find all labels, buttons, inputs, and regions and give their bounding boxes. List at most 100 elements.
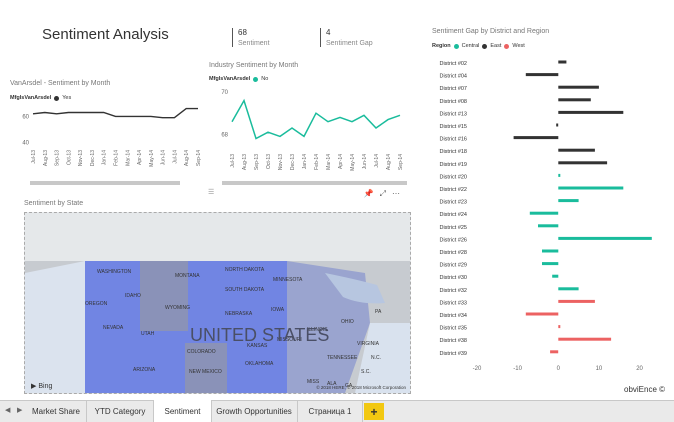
- x-tick-label: Nov-13: [78, 150, 84, 166]
- district-label: District #08: [439, 99, 467, 105]
- x-tick-label: Feb-14: [114, 150, 120, 166]
- industry-line-chart[interactable]: 70 68 Jul-13 Aug-13 Sep-13 Oct-13 Nov-13 Dec-13…: [205, 85, 411, 185]
- report-canvas: Sentiment Analysis 68 Sentiment 4 Sentim…: [0, 0, 674, 400]
- district-label: District #28: [439, 250, 467, 256]
- vanarsdel-legend-item[interactable]: Yes: [62, 95, 71, 101]
- district-label: District #39: [439, 351, 467, 357]
- next-page-icon[interactable]: ▶: [17, 406, 22, 414]
- x-tick-label: 20: [636, 366, 643, 372]
- district-label: District #02: [439, 61, 467, 67]
- focus-mode-icon[interactable]: ⤢: [380, 189, 386, 199]
- district-bar: [558, 161, 608, 165]
- gap-legend-central[interactable]: Central: [462, 43, 480, 49]
- tab-ytd-category[interactable]: YTD Category: [87, 401, 154, 422]
- series-line: [231, 98, 401, 140]
- district-label: District #26: [439, 237, 467, 243]
- district-label: District #33: [439, 300, 467, 306]
- kpi-sentiment-value: 68: [238, 28, 247, 37]
- kpi-sentiment[interactable]: 68 Sentiment: [232, 28, 270, 47]
- map-visual[interactable]: WASHINGTON MONTANA NORTH DAKOTA MINNESOT…: [20, 192, 411, 400]
- legend-dot-icon: [453, 43, 459, 49]
- state-label: IOWA: [271, 307, 285, 313]
- us-map: WASHINGTON MONTANA NORTH DAKOTA MINNESOT…: [25, 213, 410, 393]
- district-label: District #15: [439, 124, 467, 130]
- state-label: VIRGINIA: [357, 341, 380, 347]
- state-label: OHIO: [341, 319, 354, 325]
- map-title: Sentiment by State: [24, 200, 84, 207]
- legend-dot-icon: [54, 95, 60, 101]
- bing-text: Bing: [38, 383, 53, 390]
- x-tick-label: May-14: [350, 154, 356, 171]
- y-tick-label: 68: [221, 132, 228, 138]
- district-label: District #34: [439, 313, 467, 319]
- pin-icon[interactable]: 📌: [364, 189, 374, 199]
- add-page-button[interactable]: +: [364, 403, 384, 420]
- gap-legend-east[interactable]: East: [490, 43, 501, 49]
- district-bar: [558, 110, 624, 114]
- x-tick-label: Nov-13: [278, 154, 284, 170]
- district-label: District #19: [439, 162, 467, 168]
- kpi-sentiment-gap[interactable]: 4 Sentiment Gap: [320, 28, 373, 47]
- industry-legend-item[interactable]: No: [261, 76, 268, 82]
- bing-icon: ▶: [31, 383, 37, 390]
- x-tick-label: Jan-14: [102, 150, 108, 166]
- state-label: COLORADO: [187, 349, 216, 355]
- country-label: UNITED STATES: [190, 325, 329, 345]
- gap-bar-chart[interactable]: -20 -10 0 10 20 District #02 District #04 Distr…: [425, 56, 670, 374]
- prev-page-icon[interactable]: ◀: [5, 406, 10, 414]
- x-tick-label: Dec-13: [290, 154, 296, 170]
- report-title: Sentiment Analysis: [42, 26, 169, 43]
- state-label: SOUTH DAKOTA: [225, 287, 265, 293]
- tab-market-share[interactable]: Market Share: [26, 401, 87, 422]
- legend-dot-icon: [253, 76, 259, 82]
- x-tick-label: Apr-14: [137, 150, 143, 165]
- gap-legend-west[interactable]: West: [512, 43, 524, 49]
- x-tick-label: Jul-13: [31, 150, 37, 164]
- state-label: OREGON: [85, 301, 108, 307]
- more-options-icon[interactable]: ⋯: [392, 189, 400, 199]
- district-label: District #07: [439, 86, 467, 92]
- tab-growth-opportunities[interactable]: Growth Opportunities: [211, 401, 298, 422]
- map-copyright: © 2018 HERE, © 2018 Microsoft Corporatio…: [316, 385, 406, 390]
- x-tick-label: Sep-14: [398, 154, 404, 170]
- tab-sentiment[interactable]: Sentiment: [153, 400, 212, 422]
- district-label: District #18: [439, 149, 467, 155]
- vanarsdel-scrollbar[interactable]: [30, 181, 180, 185]
- gap-legend-title: Region: [432, 43, 451, 49]
- x-tick-label: Sep-14: [196, 150, 202, 166]
- state-label: ARIZONA: [133, 367, 156, 373]
- x-tick-label: Aug-14: [386, 154, 392, 170]
- series-line: [32, 107, 198, 119]
- district-bar: [558, 325, 561, 329]
- district-label: District #38: [439, 338, 467, 344]
- x-tick-label: Feb-14: [314, 154, 320, 170]
- district-bar: [538, 224, 559, 228]
- x-tick-label: Apr-14: [338, 154, 344, 169]
- state-label: NORTH DAKOTA: [225, 267, 265, 273]
- district-label: District #25: [439, 225, 467, 231]
- district-bar: [558, 337, 612, 341]
- branding: obviEnce ©: [624, 385, 666, 394]
- legend-dot-icon: [504, 43, 510, 49]
- industry-scrollbar[interactable]: [222, 181, 407, 185]
- x-tick-label: Aug-14: [184, 150, 190, 166]
- district-bar: [529, 211, 559, 215]
- x-tick-label: 10: [596, 366, 603, 372]
- x-tick-label: Sep-13: [55, 150, 61, 166]
- district-label: District #20: [439, 174, 467, 180]
- industry-chart-title: Industry Sentiment by Month: [209, 62, 299, 69]
- district-bar: [525, 73, 559, 77]
- tab-page-1[interactable]: Страница 1: [298, 401, 363, 422]
- district-bar: [525, 312, 559, 316]
- district-bar: [550, 350, 559, 354]
- x-tick-label: Jul-13: [230, 154, 236, 168]
- x-tick-label: Oct-13: [266, 154, 272, 169]
- district-label: District #35: [439, 326, 467, 332]
- x-tick-label: Jun-14: [362, 154, 368, 170]
- district-label: District #24: [439, 212, 467, 218]
- kpi-gap-label: Sentiment Gap: [326, 40, 373, 47]
- map-area[interactable]: WASHINGTON MONTANA NORTH DAKOTA MINNESOT…: [24, 212, 411, 394]
- vanarsdel-line-chart[interactable]: 60 40Jul-13 Aug-13 Sep-13 Oct-13 Nov-13 Dec-13…: [0, 103, 212, 185]
- vanarsdel-legend-title: MfgIsVanArsdel: [10, 95, 52, 101]
- x-tick-label: Aug-13: [43, 150, 49, 166]
